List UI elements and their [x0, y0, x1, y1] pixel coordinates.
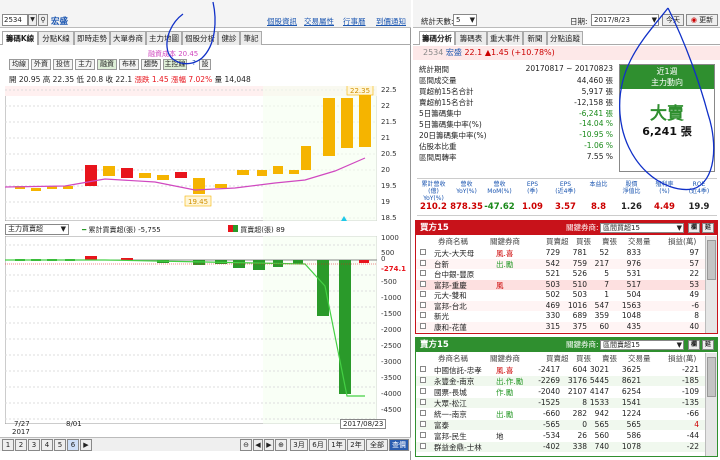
buy-toggle-button[interactable]: 欄 — [688, 223, 700, 233]
days-label: 統計天數: — [421, 17, 454, 26]
tab-chip-kline[interactable]: 籌碼K線 — [2, 31, 38, 45]
period-all[interactable]: 全部 — [366, 439, 388, 451]
table-row[interactable]: 中國信託-忠孝 風.喜 -2417 604 3021 3625 -221 — [416, 365, 705, 375]
left-panel: 2534 ▼ ⚲ 宏盛 個股資訊 交易屬性 行事曆 到價通知 籌碼K線 分點K線… — [0, 0, 411, 460]
sell-filter-select[interactable]: 區間賣超15 ▼ — [600, 340, 684, 350]
stock-code-input[interactable]: 2534 — [2, 14, 28, 26]
ink-circle-annotation — [619, 7, 715, 191]
btn-margin[interactable]: 融資 — [97, 59, 117, 70]
buy-table: 買方15 關鍵券商: 區間買超15 ▼ 欄 延 券商名稱 關鍵券商 買賣超 買張 賣張交… — [415, 220, 718, 334]
sell-toggle-button[interactable]: 欄 — [688, 340, 700, 350]
tab-chip-analysis[interactable]: 籌碼分析 — [419, 31, 455, 45]
main-force-chart[interactable] — [5, 236, 377, 424]
query-price-button[interactable]: 查價 — [389, 439, 409, 451]
bottom-bar: 1 2 3 4 5 6 ▶ ⊖ ◀ ▶ ⊕ 3月 6月 1年 2年 全部 查價 — [0, 437, 411, 451]
page-6[interactable]: 6 — [67, 439, 79, 451]
tab-chip-table[interactable]: 籌碼表 — [455, 31, 487, 45]
page-4[interactable]: 4 — [41, 439, 53, 451]
link-price-alert[interactable]: 到價通知 — [376, 16, 406, 27]
page-5[interactable]: 5 — [54, 439, 66, 451]
table-row[interactable]: 富邦-台北 469 1016 547 1563 -6 — [416, 300, 705, 311]
high-price-tag: 22.35 — [350, 87, 370, 95]
kline-y-axis: 22.5 22 21.5 21 20.5 20 19.5 19 18.5 — [381, 86, 397, 222]
table-row[interactable]: 統一-南京 出.勵 -660 282 942 1224 -66 — [416, 409, 705, 419]
buy-columns: 券商名稱 關鍵券商 買賣超 買張 賣張 交易量 損益(萬) — [438, 237, 697, 246]
table-row[interactable]: 國票-長城 作.勵 -2040 2107 4147 6254 -109 — [416, 387, 705, 397]
date-end: 2017/08/23 — [340, 419, 387, 429]
tab-news[interactable]: 新聞 — [523, 31, 547, 45]
scroll-right-icon[interactable]: ▶ — [264, 439, 274, 451]
buy-filter-label: 關鍵券商: — [566, 223, 599, 232]
sell-scrollbar[interactable] — [705, 353, 717, 456]
date-mid: 8/01 — [66, 420, 82, 428]
table-row[interactable]: 新光 330 689 359 1048 8 — [416, 311, 705, 321]
page-1[interactable]: 1 — [2, 439, 14, 451]
indicator-select[interactable]: 主力買賣超 ▼ — [5, 224, 69, 235]
link-calendar[interactable]: 行事曆 — [343, 16, 366, 27]
search-icon[interactable]: ⚲ — [38, 14, 48, 26]
period-3m[interactable]: 3月 — [290, 439, 308, 451]
indicator-legend: ━ 累計買賣超(張) -5,755 — [82, 226, 161, 234]
date-year: 2017 — [12, 428, 30, 436]
table-row[interactable]: 康和-花蓮 315 375 60 435 40 — [416, 321, 705, 332]
tab-major-events[interactable]: 重大事件 — [487, 31, 523, 45]
table-row[interactable]: 台中銀-豐原 521 526 5 531 22 — [416, 269, 705, 279]
table-row[interactable]: 富邦-民生地 -534 26 560 586 -44 — [416, 431, 705, 441]
dropdown-arrow-icon[interactable]: ▼ — [28, 14, 37, 26]
period-6m[interactable]: 6月 — [309, 439, 327, 451]
table-row[interactable]: 元大-雙和 502 503 1 504 49 — [416, 290, 705, 300]
table-row[interactable]: 台新 出.勵 542 759 217 976 57 — [416, 258, 705, 269]
days-select[interactable]: 5 ▼ — [453, 14, 477, 26]
zoom-out-icon[interactable]: ⊖ — [240, 439, 252, 451]
btn-main-force[interactable]: 主力 — [75, 59, 95, 70]
btn-ma[interactable]: 均線 — [9, 59, 29, 70]
tab-notes[interactable]: 筆記 — [240, 31, 262, 45]
link-stock-info[interactable]: 個股資訊 — [267, 16, 297, 27]
page-3[interactable]: 3 — [28, 439, 40, 451]
period-2y[interactable]: 2年 — [347, 439, 365, 451]
sell-expand-button[interactable]: 延 — [702, 340, 714, 350]
indicator-legend-daily: 買賣超(張) 89 — [228, 225, 285, 235]
tab-branch-tracking[interactable]: 分點追蹤 — [547, 31, 583, 45]
next-page-icon[interactable]: ▶ — [80, 439, 92, 451]
btn-bollinger[interactable]: 布林 — [119, 59, 139, 70]
btn-foreign[interactable]: 外資 — [31, 59, 51, 70]
sell-rows: 中國信託-忠孝 風.喜 -2417 604 3021 3625 -221 永豐金-南京 出.作… — [416, 365, 705, 456]
date-label: 日期: — [570, 17, 588, 26]
buy-expand-button[interactable]: 延 — [702, 223, 714, 233]
tab-big-broker[interactable]: 大單券商 — [110, 31, 146, 45]
right-panel: 統計天數: 5 ▼ 日期: 2017/8/23 ▼ 今天 ◉ 更新 籌碼分析 籌碼表… — [413, 0, 720, 460]
scroll-left-icon[interactable]: ◀ — [253, 439, 263, 451]
table-row[interactable]: 永豐金-南京 出.作.勵 -2269 3176 5445 8621 -185 — [416, 376, 705, 386]
kline-chart[interactable]: 19.45 22.35 — [5, 86, 377, 221]
sell-table: 賣方15 關鍵券商: 區間賣超15 ▼ 欄 延 券商名稱 關鍵券商 買賣超 買張 賣張交… — [415, 337, 718, 457]
period-1y[interactable]: 1年 — [328, 439, 346, 451]
table-row[interactable]: 富邦-重慶風 503 510 7 517 53 — [416, 279, 705, 290]
table-row[interactable]: 群益金鼎-士林 -402 338 740 1078 -22 — [416, 442, 705, 452]
stock-name: 宏盛 — [51, 17, 69, 27]
link-trade-attributes[interactable]: 交易屬性 — [304, 16, 334, 27]
btn-trust[interactable]: 投信 — [53, 59, 73, 70]
zoom-in-icon[interactable]: ⊕ — [275, 439, 287, 451]
buy-scrollbar[interactable] — [705, 236, 717, 333]
sell-title: 賣方15 — [420, 340, 449, 350]
sell-filter-label: 關鍵券商: — [566, 340, 599, 349]
table-row[interactable]: 富泰 -565 0 565 565 4 — [416, 420, 705, 430]
buy-rows: 元大-大天母 風.喜 729 781 52 833 97 台新 出.勵 542 759 217 976… — [416, 248, 705, 334]
date-start: 7/27 — [14, 420, 30, 428]
table-row[interactable]: 大眾-松江 -1525 8 1533 1541 -135 — [416, 398, 705, 408]
ink-annotation — [166, 1, 216, 65]
page-2[interactable]: 2 — [15, 439, 27, 451]
buy-title: 買方15 — [420, 223, 449, 233]
low-price-tag: 19.45 — [188, 198, 208, 206]
buy-filter-select[interactable]: 區間買超15 ▼ — [600, 223, 684, 233]
table-row[interactable]: 元大-大天母 風.喜 729 781 52 833 97 — [416, 248, 705, 258]
quote-line: 開 20.95 高 22.35 低 20.8 收 22.1 漲跌 1.45 漲幅… — [9, 75, 251, 84]
main-force-y-axis: 1000 500 0 -274.1 -500 -1000 -1500 -2000… — [381, 234, 407, 414]
tab-branch-kline[interactable]: 分點K線 — [38, 31, 74, 45]
chip-stats: 統計期間 20170817 ~ 20170823 區間成交量 44,460 張 買超… — [419, 64, 613, 162]
tab-realtime[interactable]: 即時走勢 — [74, 31, 110, 45]
sell-columns: 券商名稱 關鍵券商 買賣超 買張 賣張 交易量 損益(萬) — [438, 354, 697, 363]
